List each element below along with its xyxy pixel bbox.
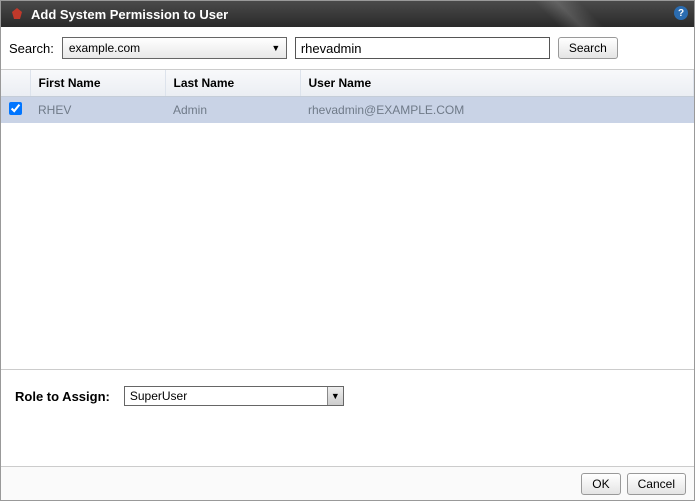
help-icon[interactable]: ? — [674, 6, 688, 20]
role-label: Role to Assign: — [15, 389, 110, 404]
row-checkbox[interactable] — [9, 102, 22, 115]
search-label: Search: — [9, 41, 54, 56]
dialog-footer: OK Cancel — [1, 466, 694, 500]
cell-first-name: RHEV — [30, 97, 165, 124]
chevron-down-icon: ▼ — [268, 40, 284, 56]
cell-user-name: rhevadmin@EXAMPLE.COM — [300, 97, 694, 124]
domain-select[interactable]: example.com ▼ — [62, 37, 287, 59]
search-button[interactable]: Search — [558, 37, 618, 59]
search-row: Search: example.com ▼ Search — [1, 27, 694, 70]
chevron-down-icon: ▼ — [327, 387, 343, 405]
app-icon — [9, 6, 25, 22]
cell-last-name: Admin — [165, 97, 300, 124]
results-area: First Name Last Name User Name RHEV Admi… — [1, 70, 694, 370]
header-user-name[interactable]: User Name — [300, 70, 694, 97]
permission-dialog: Add System Permission to User ? Search: … — [0, 0, 695, 501]
role-row: Role to Assign: SuperUser ▼ — [1, 370, 694, 422]
cancel-button[interactable]: Cancel — [627, 473, 686, 495]
user-table: First Name Last Name User Name RHEV Admi… — [1, 70, 694, 123]
dialog-title: Add System Permission to User — [31, 7, 228, 22]
role-select[interactable]: SuperUser ▼ — [124, 386, 344, 406]
header-checkbox — [1, 70, 30, 97]
dialog-content: Search: example.com ▼ Search First Name … — [1, 27, 694, 422]
role-select-value: SuperUser — [130, 389, 187, 403]
search-input[interactable] — [295, 37, 550, 59]
row-checkbox-cell — [1, 97, 30, 124]
ok-button[interactable]: OK — [581, 473, 620, 495]
header-last-name[interactable]: Last Name — [165, 70, 300, 97]
titlebar: Add System Permission to User ? — [1, 1, 694, 27]
domain-select-value: example.com — [69, 41, 140, 55]
table-row[interactable]: RHEV Admin rhevadmin@EXAMPLE.COM — [1, 97, 694, 124]
header-first-name[interactable]: First Name — [30, 70, 165, 97]
